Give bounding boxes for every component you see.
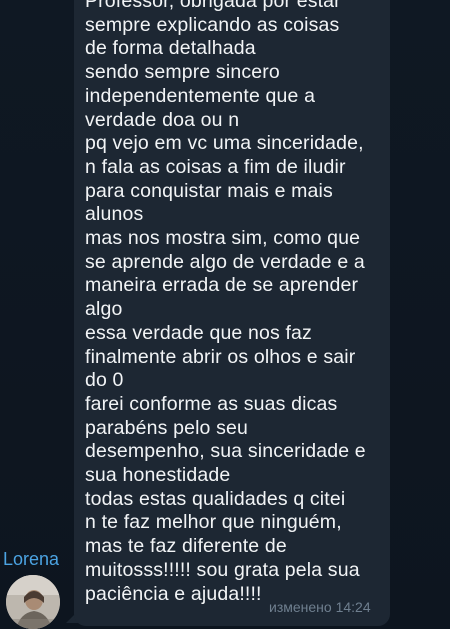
message-line: se aprende algo de verdade e a (85, 250, 365, 273)
message-line: sua honestidade (85, 464, 231, 487)
message-line: do 0 (85, 369, 124, 392)
message-line: muitosss!!!!! sou grata pela sua (85, 558, 360, 581)
message-time: 14:24 (335, 599, 371, 615)
chat-area: Professor, obrigada por estar sempre expl… (0, 0, 450, 629)
avatar-photo-icon (6, 575, 60, 629)
message-text: Professor, obrigada por estar sempre expl… (85, 0, 385, 606)
message-meta: изменено 14:24 (269, 599, 371, 615)
message-line: farei conforme as suas dicas (85, 392, 338, 415)
message-line: essa verdade que nos faz (85, 321, 312, 344)
message-line: n fala as coisas a fim de iludir (85, 155, 346, 178)
edited-label: изменено (269, 599, 332, 615)
message-line: sendo sempre sincero (85, 61, 280, 84)
message-line: maneira errada de se aprender (85, 274, 359, 297)
message-line: paciência e ajuda!!!! (85, 582, 262, 605)
message-line: Professor, obrigada por estar (85, 0, 341, 12)
message-line: independentemente que a (85, 84, 316, 107)
message-line: n te faz melhor que ninguém, (85, 511, 342, 534)
message-line: sempre explicando as coisas (85, 13, 340, 36)
message-line: alunos (85, 203, 144, 226)
message-line: mas nos mostra sim, como que (85, 227, 361, 250)
message-line: desempenho, sua sinceridade e (85, 440, 366, 463)
message-line: mas te faz diferente de (85, 535, 287, 558)
message-line: para conquistar mais e mais (85, 179, 333, 202)
message-line: parabéns pelo seu (85, 416, 249, 439)
message-line: finalmente abrir os olhos e sair (85, 345, 356, 368)
message-line: pq vejo em vc uma sinceridade, (85, 132, 364, 155)
sender-name[interactable]: Lorena (3, 549, 59, 570)
message-line: algo (85, 298, 123, 321)
message-line: verdade doa ou n (85, 108, 240, 131)
sender-avatar[interactable] (6, 575, 60, 629)
message-line: de forma detalhada (85, 37, 256, 60)
message-line: todas estas qualidades q citei (85, 487, 346, 510)
